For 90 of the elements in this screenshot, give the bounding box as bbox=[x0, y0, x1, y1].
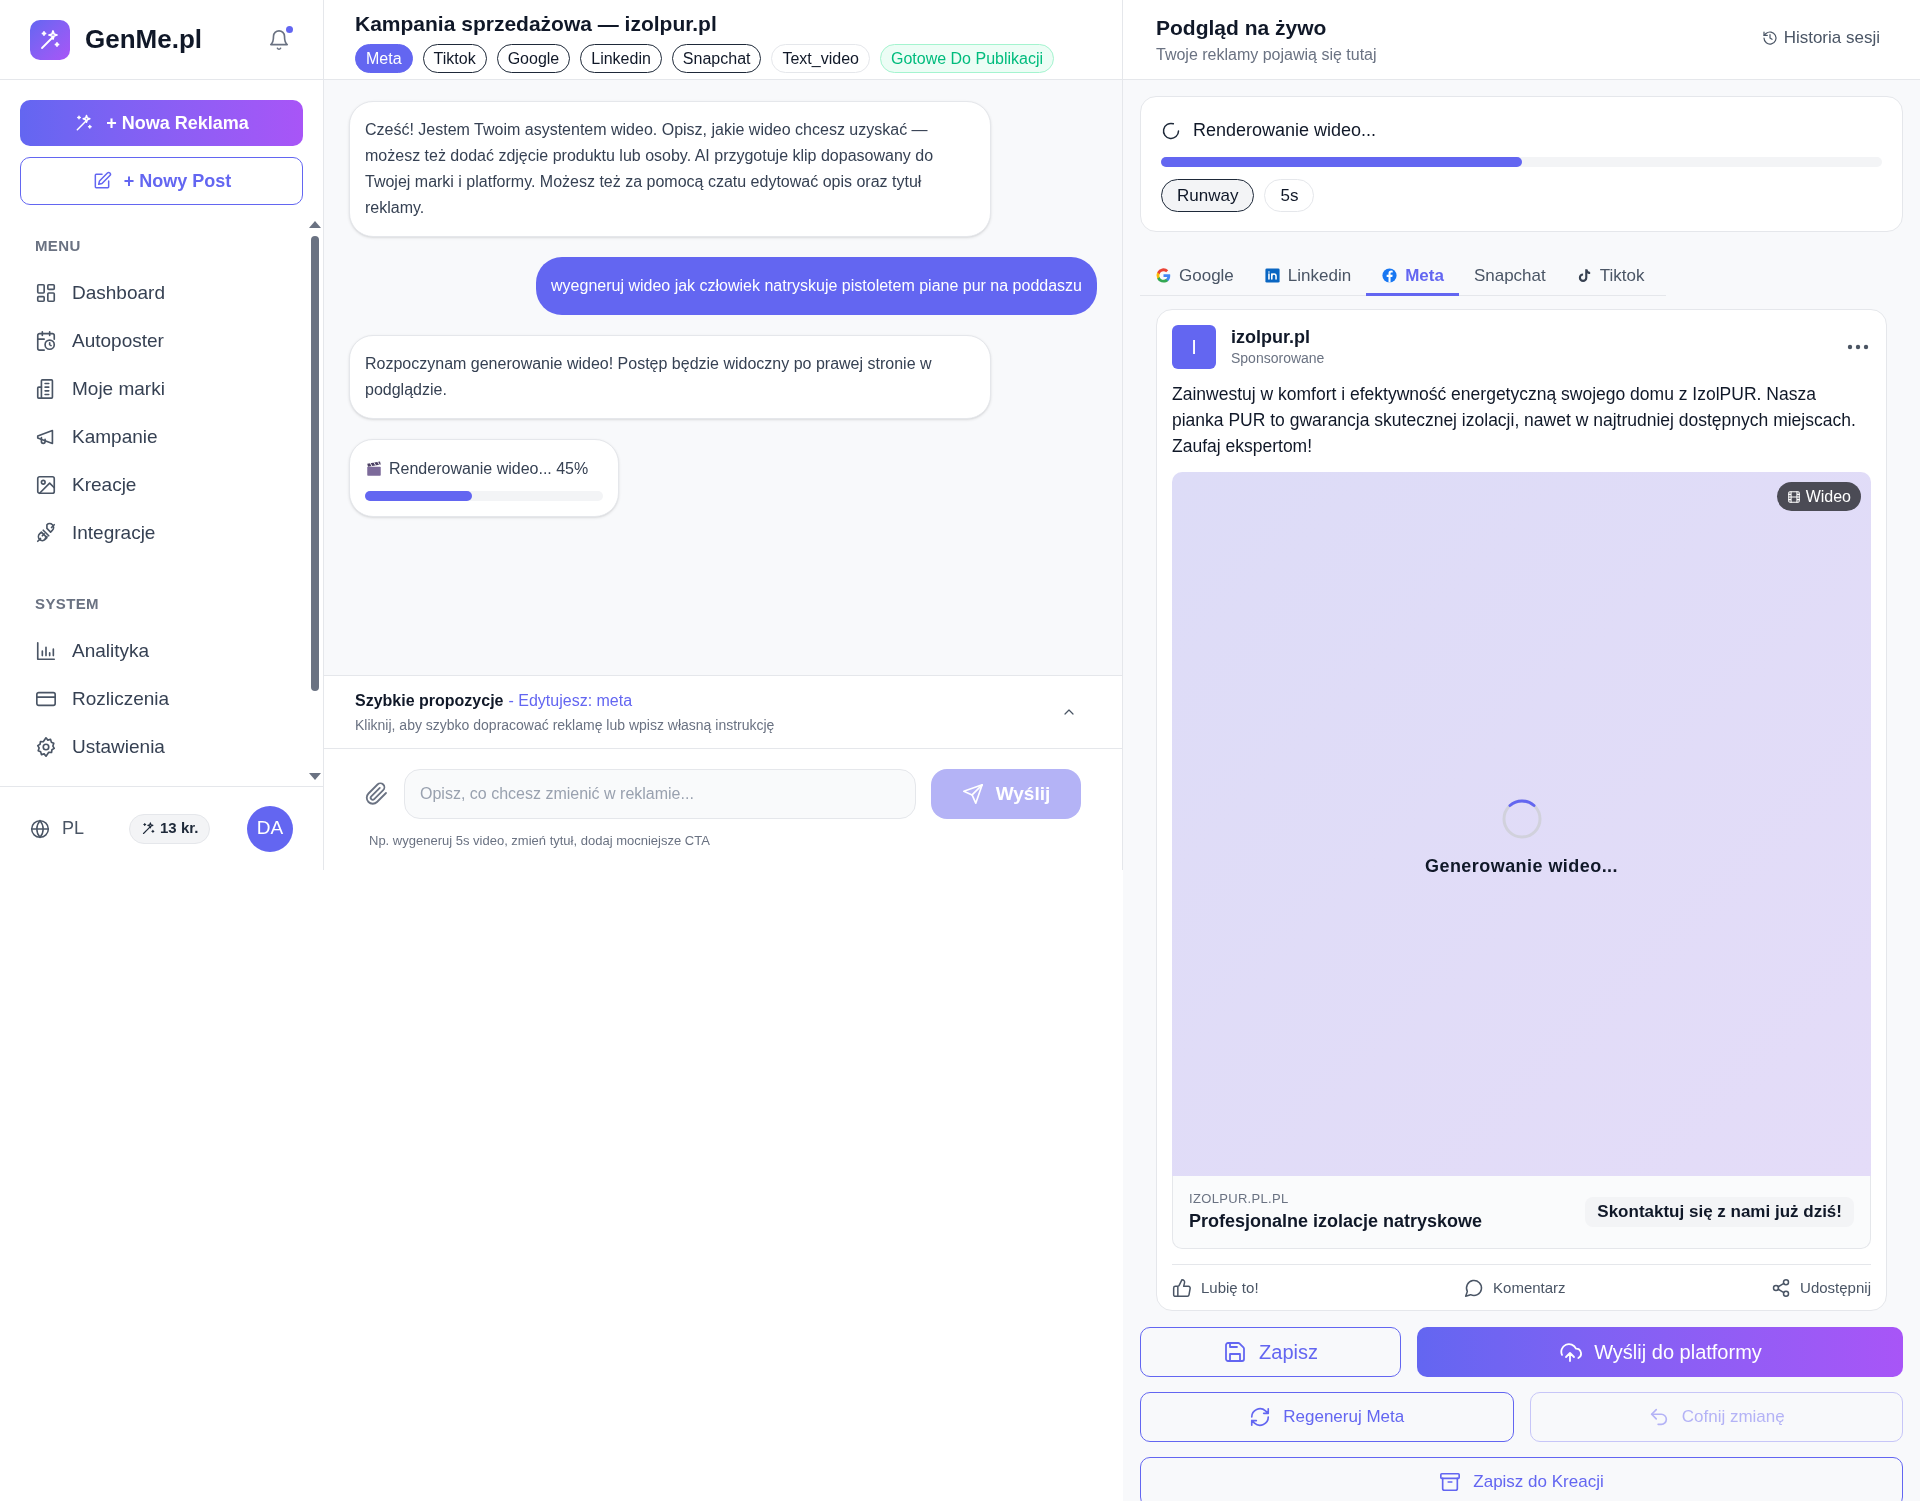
calendar-icon bbox=[35, 330, 57, 352]
post-action[interactable]: Lubię to! bbox=[1172, 1277, 1259, 1300]
loading-spinner-icon bbox=[1501, 798, 1542, 839]
link-headline: Profesjonalne izolacje natryskowe bbox=[1189, 1210, 1484, 1234]
editing-label: - Edytujesz: meta bbox=[508, 690, 633, 711]
suggestions-title: Szybkie propozycje bbox=[355, 690, 504, 711]
grid-icon bbox=[35, 282, 57, 304]
new-post-button[interactable]: + Nowy Post bbox=[20, 157, 303, 205]
language-button[interactable]: PL bbox=[30, 815, 85, 842]
more-icon bbox=[1847, 343, 1869, 351]
paperclip-icon bbox=[365, 782, 389, 806]
platform-tab[interactable]: Linkedin bbox=[1248, 258, 1367, 296]
platform-tag[interactable]: Google bbox=[496, 44, 571, 73]
page-name: izolpur.pl bbox=[1231, 325, 1311, 348]
history-icon bbox=[1761, 29, 1778, 46]
nav-item[interactable]: Autoposter bbox=[35, 317, 274, 365]
action-button[interactable]: Regeneruj Meta bbox=[1140, 1391, 1514, 1442]
nav-item[interactable]: Kampanie bbox=[35, 413, 274, 461]
wand-icon bbox=[74, 113, 95, 133]
progress-text: Renderowanie wideo... 45% bbox=[389, 459, 589, 479]
bar-chart-icon bbox=[35, 640, 57, 662]
platform-tag[interactable]: Linkedin bbox=[580, 44, 662, 73]
assistant-message: Cześć! Jestem Twoim asystentem wideo. Opisz, jakie wideo chcesz uzyskać — możesz też dodać zdjęcie produktu lub osoby. AI przygotuje klip dopasowany do Twojej marki i platformy. Możesz też za pomocą czatu edytować opis oraz tytuł reklamy. bbox=[349, 101, 991, 237]
film-icon bbox=[1786, 489, 1801, 504]
platform-tag[interactable]: Snapchat bbox=[671, 44, 762, 73]
attach-button[interactable] bbox=[365, 782, 389, 806]
sponsored-label: Sponsorowane bbox=[1231, 348, 1325, 368]
history-button[interactable]: Historia sesji bbox=[1761, 24, 1880, 51]
video-status: Generowanie wideo... bbox=[1424, 854, 1618, 878]
user-message: wyegneruj wideo jak człowiek natryskuje pistoletem piane pur na poddaszu bbox=[536, 257, 1097, 315]
brand-name: GenMe.pl bbox=[85, 23, 202, 56]
logo-icon bbox=[30, 19, 70, 60]
status-badge: Gotowe Do Publikacji bbox=[879, 44, 1055, 73]
refresh-icon bbox=[1249, 1405, 1272, 1428]
section-heading: MENU bbox=[35, 236, 82, 255]
linkedin-icon bbox=[1263, 267, 1281, 284]
action-button[interactable]: Wyślij do platformy bbox=[1417, 1326, 1903, 1377]
render-chip: Runway bbox=[1161, 179, 1255, 212]
post-action[interactable]: Udostępnij bbox=[1771, 1277, 1871, 1300]
credits-badge: 13 kr. bbox=[129, 813, 211, 844]
post-action[interactable]: Komentarz bbox=[1464, 1277, 1566, 1300]
platform-tag[interactable]: Text_video bbox=[771, 44, 870, 73]
facebook-icon bbox=[1381, 267, 1399, 284]
brand-avatar: I bbox=[1172, 325, 1216, 369]
save-icon bbox=[1223, 1339, 1248, 1364]
platform-tab[interactable]: Tiktok bbox=[1560, 258, 1660, 296]
archive-icon bbox=[1439, 1470, 1462, 1493]
nav-item[interactable]: Dashboard bbox=[35, 269, 274, 317]
campaign-title: Kampania sprzedażowa — izolpur.pl bbox=[355, 11, 718, 36]
render-chip: 5s bbox=[1264, 179, 1315, 212]
nav-item[interactable]: Integracje bbox=[35, 509, 274, 557]
message-input[interactable]: Opisz, co chcesz zmienić w reklamie... bbox=[404, 769, 916, 819]
globe-icon bbox=[30, 818, 50, 839]
bell-icon bbox=[268, 28, 290, 51]
send-icon bbox=[961, 783, 984, 805]
new-ad-button[interactable]: + Nowa Reklama bbox=[20, 100, 303, 146]
suggestions-subtitle: Kliknij, aby szybko dopracować reklamę lub wpisz własną instrukcję bbox=[355, 715, 776, 735]
ad-text: Zainwestuj w komfort i efektywność energetyczną swojego domu z IzolPUR. Nasza pianka PUR to gwarancja skutecznej izolacji, nawet w najtrudniej dostępnych miejscach. Zaufaj ekspertom! bbox=[1172, 383, 1857, 458]
more-button[interactable] bbox=[1847, 343, 1869, 351]
plug-icon bbox=[35, 522, 57, 544]
nav-item[interactable]: Ustawienia bbox=[35, 723, 274, 771]
video-badge: Wideo bbox=[1776, 482, 1861, 511]
nav-item[interactable]: Rozliczenia bbox=[35, 675, 274, 723]
user-avatar[interactable]: DA bbox=[247, 805, 293, 852]
preview-title: Podgląd na żywo bbox=[1156, 14, 1328, 41]
section-heading: SYSTEM bbox=[35, 594, 100, 613]
settings-icon bbox=[35, 736, 57, 758]
assistant-message: Rozpoczynam generowanie wideo! Postęp będzie widoczny po prawej stronie w podglądzie. bbox=[349, 335, 991, 419]
google-icon bbox=[1155, 267, 1172, 284]
link-domain: IZOLPUR.PL.PL bbox=[1189, 1189, 1290, 1208]
nav-item[interactable]: Analityka bbox=[35, 627, 274, 675]
render-status: Renderowanie wideo... bbox=[1193, 119, 1377, 142]
preview-subtitle: Twoje reklamy pojawią się tutaj bbox=[1156, 45, 1378, 66]
platform-tab[interactable]: Meta bbox=[1366, 258, 1459, 296]
share-icon bbox=[1771, 1278, 1792, 1299]
thumbs-up-icon bbox=[1172, 1278, 1192, 1299]
comment-icon bbox=[1464, 1278, 1485, 1299]
input-hint: Np. wygeneruj 5s video, zmień tytuł, dodaj mocniejsze CTA bbox=[369, 832, 711, 850]
image-icon bbox=[35, 474, 57, 496]
cta-button[interactable]: Skontaktuj się z nami już dziś! bbox=[1585, 1197, 1854, 1227]
nav-item[interactable]: Moje marki bbox=[35, 365, 274, 413]
action-button[interactable]: Zapisz bbox=[1140, 1326, 1401, 1377]
clapperboard-icon bbox=[365, 460, 383, 478]
platform-tab[interactable]: Snapchat bbox=[1458, 258, 1561, 296]
nav-item[interactable]: Kreacje bbox=[35, 461, 274, 509]
wand-icon bbox=[141, 821, 157, 836]
platform-tag[interactable]: Tiktok bbox=[422, 44, 487, 73]
spinner-icon bbox=[1161, 120, 1181, 141]
platform-tag[interactable]: Meta bbox=[355, 44, 413, 73]
platform-tab[interactable]: Google bbox=[1140, 258, 1249, 296]
